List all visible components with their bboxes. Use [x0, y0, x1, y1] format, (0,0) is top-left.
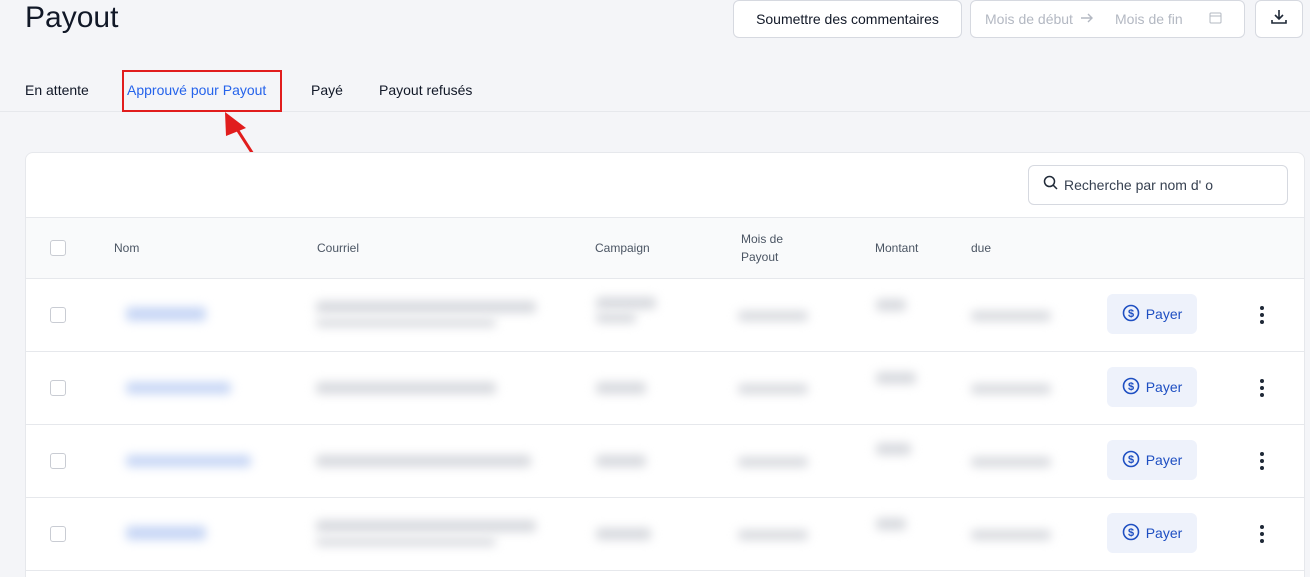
redacted-name [126, 526, 206, 540]
select-all-checkbox[interactable] [50, 240, 66, 256]
redacted-month [738, 457, 808, 467]
column-due: due [971, 241, 992, 255]
redacted-campaign [596, 455, 646, 467]
pay-button[interactable]: $ Payer [1107, 294, 1197, 334]
row-checkbox[interactable] [50, 307, 66, 323]
redacted-due [971, 384, 1051, 394]
pay-button-label: Payer [1145, 525, 1183, 541]
redacted-email [316, 520, 536, 532]
row-more-menu-icon[interactable] [1252, 522, 1272, 546]
dollar-icon: $ [1122, 304, 1140, 325]
table-row: $ Payer [26, 498, 1304, 571]
redacted-email [316, 382, 496, 394]
search-placeholder: Recherche par nom d' o [1064, 177, 1213, 193]
submit-feedback-button[interactable]: Soumettre des commentaires [733, 0, 962, 38]
row-checkbox[interactable] [50, 453, 66, 469]
svg-text:$: $ [1128, 454, 1134, 466]
redacted-campaign [596, 528, 651, 540]
redacted-month [738, 530, 808, 540]
column-payout-month-line1: Mois de [741, 232, 784, 246]
page-title: Payout [25, 1, 119, 34]
redacted-name [126, 307, 206, 321]
tab-refused[interactable]: Payout refusés [379, 82, 472, 98]
row-more-menu-icon[interactable] [1252, 303, 1272, 327]
row-checkbox[interactable] [50, 380, 66, 396]
redacted-due [971, 457, 1051, 467]
table-row: $ Payer [26, 425, 1304, 498]
svg-text:$: $ [1128, 527, 1134, 539]
redacted-email [316, 455, 531, 467]
download-button[interactable] [1255, 0, 1303, 38]
redacted-email [316, 301, 536, 313]
table-header: Nom Courriel Campaign Mois de Payout Mon… [26, 217, 1304, 279]
table-row: $ Payer [26, 352, 1304, 425]
table-row: $ Payer [26, 279, 1304, 352]
date-start-input[interactable]: Mois de début [985, 11, 1080, 27]
column-amount: Montant [875, 241, 919, 255]
pay-button[interactable]: $ Payer [1107, 440, 1197, 480]
redacted-amount [876, 443, 911, 455]
redacted-email [316, 538, 496, 546]
redacted-amount [876, 518, 906, 530]
date-end-input[interactable]: Mois de fin [1115, 11, 1205, 27]
pay-button[interactable]: $ Payer [1107, 367, 1197, 407]
tab-pending[interactable]: En attente [25, 82, 89, 98]
calendar-icon [1209, 11, 1222, 27]
download-icon [1270, 8, 1288, 31]
column-campaign: Campaign [595, 241, 650, 255]
redacted-name [126, 382, 231, 394]
pay-button-label: Payer [1145, 306, 1183, 322]
pay-button-label: Payer [1145, 452, 1183, 468]
tab-paid[interactable]: Payé [311, 82, 343, 98]
redacted-month [738, 311, 808, 321]
row-more-menu-icon[interactable] [1252, 449, 1272, 473]
arrow-right-icon [1080, 11, 1115, 27]
search-input[interactable]: Recherche par nom d' o [1028, 165, 1288, 205]
svg-text:$: $ [1128, 308, 1134, 320]
pay-button[interactable]: $ Payer [1107, 513, 1197, 553]
redacted-campaign [596, 313, 636, 323]
redacted-amount [876, 372, 916, 384]
pay-button-label: Payer [1145, 379, 1183, 395]
redacted-due [971, 311, 1051, 321]
column-name: Nom [114, 241, 140, 255]
svg-text:$: $ [1128, 381, 1134, 393]
column-payout-month-line2: Payout [741, 250, 779, 264]
redacted-month [738, 384, 808, 394]
date-range-picker[interactable]: Mois de début Mois de fin [970, 0, 1245, 38]
row-checkbox[interactable] [50, 526, 66, 542]
annotation-highlight-box [122, 70, 282, 112]
redacted-due [971, 530, 1051, 540]
redacted-campaign [596, 382, 646, 394]
redacted-name [126, 455, 251, 467]
dollar-icon: $ [1122, 377, 1140, 398]
redacted-amount [876, 299, 906, 311]
dollar-icon: $ [1122, 450, 1140, 471]
column-payout-month: Mois de Payout [741, 230, 783, 266]
redacted-campaign [596, 297, 656, 309]
dollar-icon: $ [1122, 523, 1140, 544]
search-icon [1043, 175, 1058, 195]
column-email: Courriel [317, 241, 360, 255]
redacted-email [316, 319, 496, 327]
row-more-menu-icon[interactable] [1252, 376, 1272, 400]
